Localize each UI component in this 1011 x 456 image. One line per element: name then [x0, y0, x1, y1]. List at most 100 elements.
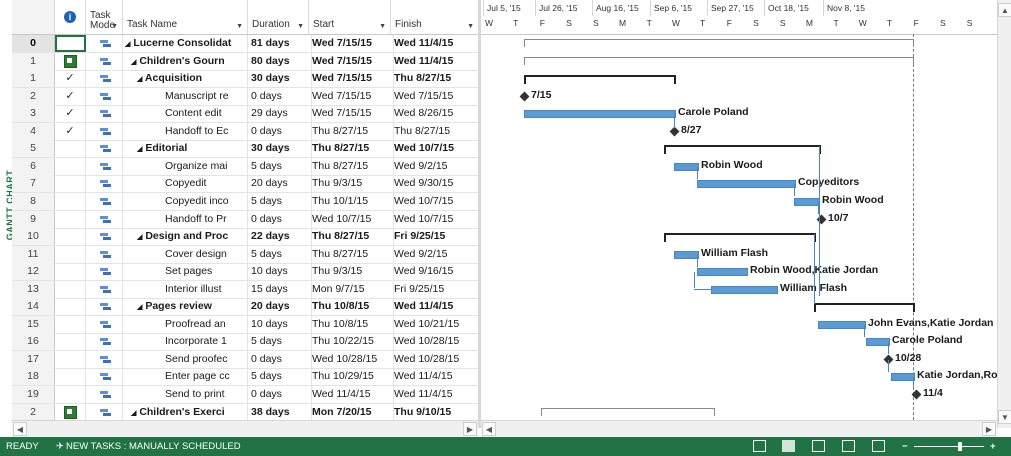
task-mode-cell[interactable]: [86, 175, 123, 193]
table-row[interactable]: 7 Copyedit 20 days Thu 9/3/15 Wed 9/30/15: [12, 175, 482, 194]
chevron-down-icon[interactable]: ▼: [467, 23, 474, 30]
table-row[interactable]: 16 Incorporate 1 5 days Thu 10/22/15 Wed 10/…: [12, 333, 482, 352]
column-header-duration[interactable]: Duration ▼: [248, 0, 309, 34]
new-tasks-mode[interactable]: NEW TASKS : MANUALLY SCHEDULED: [66, 437, 241, 456]
summary-start-tick[interactable]: [524, 39, 525, 47]
dependency-connector[interactable]: [694, 272, 695, 289]
task-name-cell[interactable]: ◢ Design and Proc: [123, 228, 248, 246]
column-header-finish[interactable]: Finish ▼: [391, 0, 479, 34]
task-mode-cell[interactable]: [86, 350, 123, 368]
start-cell[interactable]: Thu 8/27/15: [309, 245, 394, 263]
table-row[interactable]: 14 ◢ Pages review 20 days Thu 10/8/15 Wed 11…: [12, 298, 482, 317]
duration-cell[interactable]: 5 days: [248, 192, 312, 210]
scroll-down-arrow[interactable]: ▼: [998, 410, 1011, 424]
task-bar[interactable]: [818, 320, 866, 329]
task-bar[interactable]: [794, 197, 820, 206]
task-bar[interactable]: [674, 250, 699, 259]
table-row[interactable]: 1 ◢ Children's Gourn 80 days Wed 7/15/15 Wed…: [12, 52, 482, 71]
table-row[interactable]: 0 ◢ Lucerne Consolidat 81 days Wed 7/15/15 W…: [12, 35, 482, 53]
finish-cell[interactable]: Wed 10/7/15: [391, 192, 482, 210]
task-bar[interactable]: [697, 180, 796, 189]
table-row[interactable]: 2 ✓ Manuscript re 0 days Wed 7/15/15 Wed 7/15…: [12, 87, 482, 106]
task-mode-cell[interactable]: [86, 298, 123, 316]
duration-cell[interactable]: 38 days: [248, 403, 312, 421]
finish-cell[interactable]: Wed 10/28/15: [391, 350, 482, 368]
summary-end-tick[interactable]: [674, 75, 676, 85]
finish-cell[interactable]: Wed 9/2/15: [391, 157, 482, 175]
collapse-toggle-icon[interactable]: ◢: [123, 37, 133, 49]
finish-cell[interactable]: Fri 9/25/15: [391, 280, 482, 298]
chevron-down-icon[interactable]: ▼: [297, 23, 304, 30]
task-name-cell[interactable]: Copyedit inco: [123, 192, 248, 210]
task-mode-cell[interactable]: [86, 403, 123, 421]
duration-cell[interactable]: 30 days: [248, 70, 312, 88]
duration-cell[interactable]: 0 days: [248, 350, 312, 368]
duration-cell[interactable]: 20 days: [248, 175, 312, 193]
gantt-horizontal-scrollbar[interactable]: ◀ ▶: [481, 420, 997, 437]
duration-cell[interactable]: 10 days: [248, 315, 312, 333]
vertical-scrollbar[interactable]: ▲ ▼: [997, 0, 1011, 428]
duration-cell[interactable]: 15 days: [248, 280, 312, 298]
task-mode-cell[interactable]: [86, 228, 123, 246]
duration-cell[interactable]: 5 days: [248, 157, 312, 175]
calendar-view-icon[interactable]: [842, 440, 855, 452]
task-mode-cell[interactable]: [86, 386, 123, 403]
task-name-cell[interactable]: Content edit: [123, 105, 248, 123]
task-name-cell[interactable]: Send to print: [123, 386, 248, 403]
duration-cell[interactable]: 81 days: [248, 35, 312, 52]
collapse-toggle-icon[interactable]: ◢: [123, 300, 145, 312]
task-usage-icon[interactable]: [812, 440, 825, 452]
task-mode-cell[interactable]: [86, 122, 123, 140]
summary-bar[interactable]: [524, 75, 674, 78]
duration-cell[interactable]: 5 days: [248, 333, 312, 351]
task-mode-cell[interactable]: [86, 140, 123, 158]
summary-end-tick[interactable]: [913, 303, 915, 313]
dependency-connector[interactable]: [697, 254, 698, 267]
dependency-connector[interactable]: [697, 166, 698, 179]
task-name-cell[interactable]: ◢ Editorial: [123, 140, 248, 158]
task-name-cell[interactable]: Copyedit: [123, 175, 248, 193]
row-id[interactable]: 8: [12, 192, 55, 210]
dependency-connector[interactable]: [888, 359, 889, 372]
collapse-toggle-icon[interactable]: ◢: [123, 72, 145, 84]
start-cell[interactable]: Thu 10/8/15: [309, 298, 394, 316]
finish-cell[interactable]: Wed 11/4/15: [391, 368, 482, 386]
table-row[interactable]: 2 ◢ Children's Exerci 38 days Mon 7/20/15 Th…: [12, 403, 482, 422]
task-bar[interactable]: [674, 162, 699, 171]
finish-cell[interactable]: Wed 10/28/15: [391, 333, 482, 351]
start-cell[interactable]: Thu 8/27/15: [309, 228, 394, 246]
table-row[interactable]: 18 Enter page cc 5 days Thu 10/29/15 Wed 11/…: [12, 368, 482, 387]
table-row[interactable]: 19 Send to print 0 days Wed 11/4/15 Wed 11/4…: [12, 386, 482, 404]
finish-cell[interactable]: Fri 9/25/15: [391, 228, 482, 246]
task-name-cell[interactable]: Incorporate 1: [123, 333, 248, 351]
start-cell[interactable]: Thu 8/27/15: [309, 157, 394, 175]
row-id[interactable]: 16: [12, 333, 55, 351]
start-cell[interactable]: Wed 7/15/15: [309, 87, 394, 105]
resource-sheet-icon[interactable]: [872, 440, 885, 452]
summary-end-tick[interactable]: [714, 407, 715, 416]
row-id[interactable]: 1: [12, 52, 55, 70]
column-header-task-mode[interactable]: Task Mode ▼: [86, 0, 123, 34]
duration-cell[interactable]: 20 days: [248, 298, 312, 316]
duration-cell[interactable]: 0 days: [248, 122, 312, 140]
scroll-left-arrow[interactable]: ◀: [13, 422, 27, 436]
summary-end-tick[interactable]: [913, 39, 914, 47]
task-bar[interactable]: [697, 268, 748, 277]
task-mode-cell[interactable]: [86, 87, 123, 105]
task-bar[interactable]: [866, 338, 890, 347]
start-cell[interactable]: Thu 10/1/15: [309, 192, 394, 210]
table-row[interactable]: 6 Organize mai 5 days Thu 8/27/15 Wed 9/2/15: [12, 157, 482, 176]
duration-cell[interactable]: 5 days: [248, 245, 312, 263]
finish-cell[interactable]: Wed 11/4/15: [391, 52, 482, 70]
milestone-diamond[interactable]: [519, 91, 530, 102]
start-cell[interactable]: Mon 7/20/15: [309, 403, 394, 421]
finish-cell[interactable]: Thu 8/27/15: [391, 70, 482, 88]
task-name-cell[interactable]: Handoff to Ec: [123, 122, 248, 140]
column-header-task-name[interactable]: Task Name ▼: [123, 0, 248, 34]
finish-cell[interactable]: Wed 8/26/15: [391, 105, 482, 123]
table-row[interactable]: 12 Set pages 10 days Thu 9/3/15 Wed 9/16/15: [12, 263, 482, 282]
finish-cell[interactable]: Wed 10/7/15: [391, 140, 482, 158]
project-summary-bar[interactable]: [541, 407, 714, 409]
chevron-down-icon[interactable]: ▼: [379, 23, 386, 30]
finish-cell[interactable]: Thu 8/27/15: [391, 122, 482, 140]
